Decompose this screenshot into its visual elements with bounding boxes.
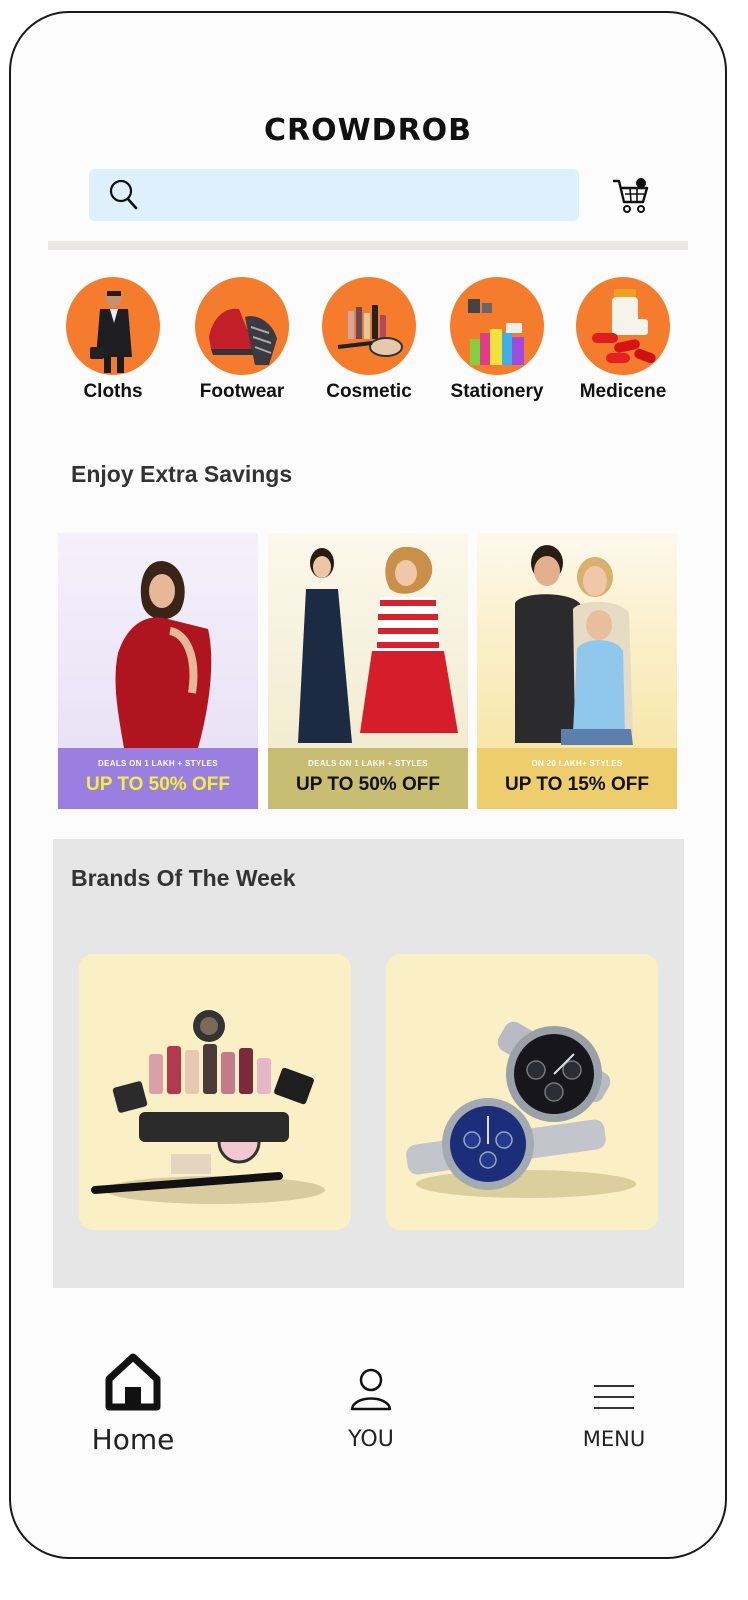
promo-subtext: DEALS ON 1 LAKH + STYLES: [98, 759, 218, 768]
brand-card-watches[interactable]: [386, 954, 658, 1230]
category-cloths[interactable]: Cloths: [48, 277, 178, 403]
person-in-suit-image: [66, 277, 160, 375]
category-medicene[interactable]: Medicene: [558, 277, 688, 403]
promo-band: DEALS ON 1 LAKH + STYLES UP TO 50% OFF: [268, 748, 468, 809]
category-label: Footwear: [199, 381, 285, 402]
nav-menu-label: MENU: [582, 1427, 646, 1451]
promo-band: DEALS ON 1 LAKH + STYLES UP TO 50% OFF: [58, 748, 258, 809]
promo-band: ON 20 LAKH+ STYLES UP TO 15% OFF: [477, 748, 677, 809]
category-label: Cloths: [83, 381, 143, 402]
promo-banner-3[interactable]: ON 20 LAKH+ STYLES UP TO 15% OFF: [477, 533, 677, 809]
phone-frame: CROWDROB Cloths Footwear Cosmetic Statio…: [9, 11, 727, 1559]
promo-banner-1[interactable]: DEALS ON 1 LAKH + STYLES UP TO 50% OFF: [58, 533, 258, 809]
brands-title: Brands Of The Week: [71, 865, 296, 891]
promo-banner-2[interactable]: DEALS ON 1 LAKH + STYLES UP TO 50% OFF: [268, 533, 468, 809]
header-divider: [48, 241, 688, 250]
category-label: Stationery: [450, 381, 544, 402]
category-footwear[interactable]: Footwear: [177, 277, 307, 403]
two-women-dresses-image: [268, 533, 468, 748]
nav-you[interactable]: YOU: [321, 1353, 421, 1452]
sneaker-image: [195, 277, 289, 375]
stationery-image: [450, 277, 544, 375]
wrist-watches-image: [406, 1021, 636, 1198]
user-icon: [321, 1353, 421, 1413]
pills-image: [576, 277, 670, 375]
nav-home-label: Home: [91, 1423, 175, 1456]
nav-home[interactable]: Home: [83, 1353, 183, 1456]
menu-icon: [564, 1353, 664, 1413]
search-bar[interactable]: [89, 169, 579, 221]
category-label: Cosmetic: [326, 381, 412, 402]
promo-offer: UP TO 15% OFF: [505, 774, 649, 795]
home-icon: [83, 1353, 183, 1413]
nav-menu[interactable]: MENU: [564, 1353, 664, 1451]
category-cosmetic[interactable]: Cosmetic: [304, 277, 434, 403]
cart-icon[interactable]: [611, 177, 651, 220]
promo-offer: UP TO 50% OFF: [86, 774, 230, 795]
family-image: [477, 533, 677, 748]
woman-red-dress-image: [58, 533, 258, 748]
app-logo[interactable]: CROWDROB: [11, 113, 725, 148]
promo-offer: UP TO 50% OFF: [296, 774, 440, 795]
search-input[interactable]: [151, 177, 565, 213]
brands-section: Brands Of The Week: [53, 839, 684, 1288]
makeup-image: [322, 277, 416, 375]
search-icon[interactable]: [109, 179, 139, 216]
brand-card-cosmetics[interactable]: [79, 954, 351, 1230]
savings-title: Enjoy Extra Savings: [71, 461, 293, 487]
cosmetics-collection-image: [91, 1010, 325, 1204]
category-label: Medicene: [579, 381, 667, 402]
promo-subtext: ON 20 LAKH+ STYLES: [531, 759, 623, 768]
nav-you-label: YOU: [348, 1427, 394, 1452]
category-stationery[interactable]: Stationery: [432, 277, 562, 403]
promo-subtext: DEALS ON 1 LAKH + STYLES: [308, 759, 428, 768]
